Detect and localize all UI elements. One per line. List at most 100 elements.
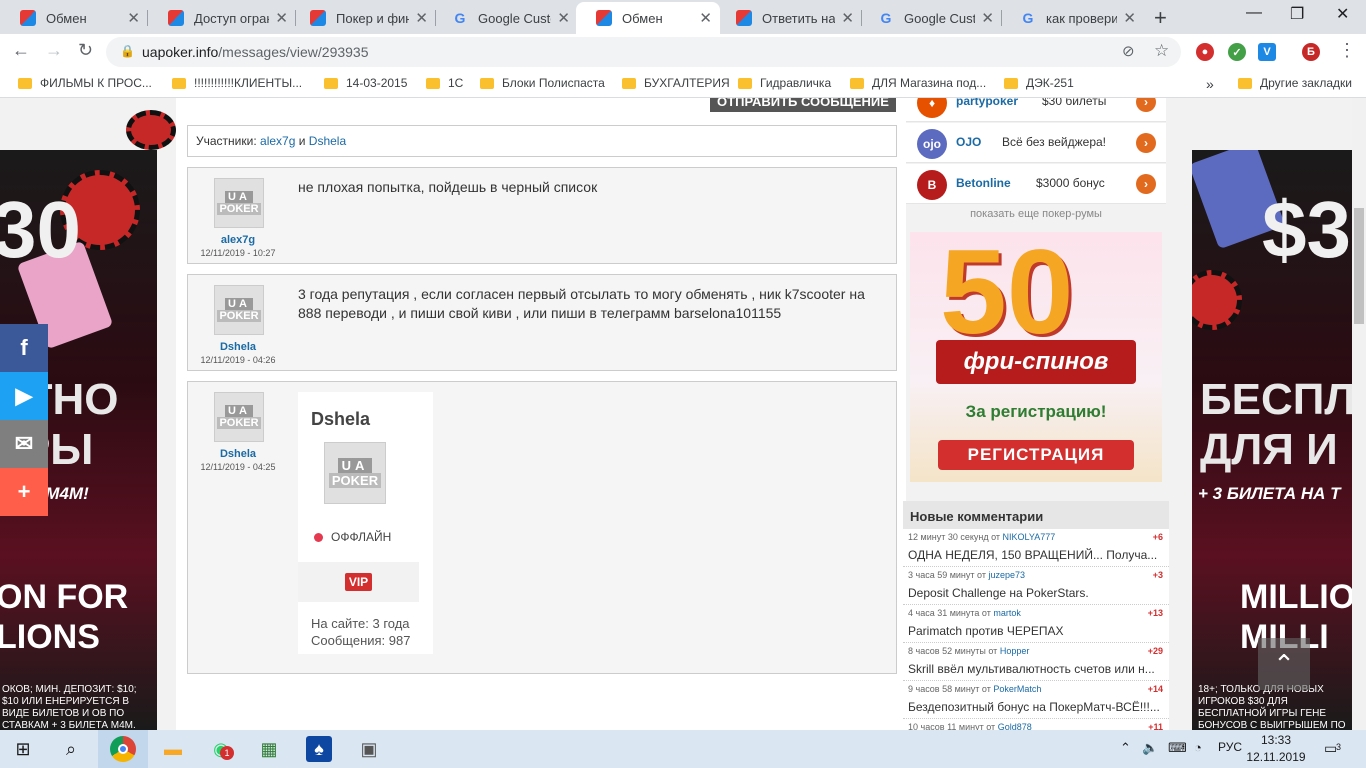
- bookmark-folder[interactable]: ДЭК-251: [1004, 76, 1074, 90]
- back-arrow-icon[interactable]: ←: [12, 40, 30, 61]
- star-icon[interactable]: ☆: [1154, 41, 1169, 61]
- extension-icon[interactable]: ●: [1196, 43, 1214, 61]
- clock[interactable]: 13:33 12.11.2019: [1246, 732, 1306, 766]
- keyboard-icon[interactable]: ⌨: [1168, 740, 1187, 756]
- poker-room-row[interactable]: ♦ partypoker $30 билеты ›: [906, 98, 1166, 122]
- bookmark-folder[interactable]: ФИЛЬМЫ К ПРОС...: [18, 76, 152, 90]
- tab[interactable]: G как проверит ✕: [1000, 2, 1144, 34]
- close-tab-icon[interactable]: ✕: [557, 9, 570, 27]
- comment-item[interactable]: 4 часа 31 минута от martok +13 Parimatch…: [903, 605, 1169, 643]
- bookmark-folder[interactable]: Гидравличка: [738, 76, 831, 90]
- profile-avatar[interactable]: UA POKER: [324, 442, 386, 504]
- user-avatar[interactable]: UA POKER: [214, 178, 264, 228]
- new-tab-button[interactable]: +: [1154, 5, 1167, 31]
- address-bar[interactable]: 🔒 uapoker.info/messages/view/293935 ⊘ ☆: [106, 37, 1181, 67]
- tab[interactable]: Покер и фина ✕: [290, 2, 436, 34]
- reload-icon[interactable]: ↻: [78, 40, 93, 61]
- bookmark-folder[interactable]: 14-03-2015: [324, 76, 407, 90]
- comment-item[interactable]: 9 часов 58 минут от PokerMatch +14 Безде…: [903, 681, 1169, 719]
- profile-name[interactable]: Dshela: [311, 409, 370, 430]
- windows-start-icon[interactable]: ⊞: [10, 736, 36, 762]
- pokerstars-app-icon[interactable]: ♠: [306, 736, 332, 762]
- comment-author[interactable]: Gold878: [998, 722, 1032, 730]
- scroll-to-top-button[interactable]: ⌃: [1258, 638, 1310, 690]
- close-tab-icon[interactable]: ✕: [127, 9, 140, 27]
- close-tab-icon[interactable]: ✕: [275, 9, 288, 27]
- room-name[interactable]: Betonline: [956, 176, 1011, 190]
- file-explorer-icon[interactable]: ▬: [160, 736, 186, 762]
- v-extension-icon[interactable]: V: [1258, 43, 1276, 61]
- chrome-icon[interactable]: [110, 736, 136, 762]
- bookmark-folder[interactable]: !!!!!!!!!!!!КЛИЕНТЫ...: [172, 76, 302, 90]
- comment-author[interactable]: NIKOLYA777: [1003, 532, 1056, 542]
- network-icon[interactable]: ◔: [1194, 740, 1202, 755]
- profile-avatar[interactable]: Б: [1302, 43, 1320, 61]
- close-tab-icon[interactable]: ✕: [981, 9, 994, 27]
- mail-share-button[interactable]: ✉: [0, 420, 48, 468]
- close-tab-icon[interactable]: ✕: [1123, 9, 1136, 27]
- comment-title[interactable]: ОДНА НЕДЕЛЯ, 150 ВРАЩЕНИЙ... Получа...: [908, 548, 1163, 562]
- participant-link[interactable]: Dshela: [309, 134, 346, 148]
- bookmark-folder[interactable]: БУХГАЛТЕРИЯ: [622, 76, 730, 90]
- close-tab-icon[interactable]: ✕: [841, 9, 854, 27]
- comment-title[interactable]: Parimatch против ЧЕРЕПАХ: [908, 624, 1163, 638]
- tab[interactable]: Ответить на к ✕: [716, 2, 862, 34]
- comment-author[interactable]: Hopper: [1000, 646, 1030, 656]
- comment-title[interactable]: Бездепозитный бонус на ПокерМатч-ВСЁ!!!.…: [908, 700, 1163, 714]
- message-author[interactable]: alex7g: [188, 234, 288, 246]
- language-indicator[interactable]: РУС: [1218, 740, 1242, 754]
- comment-author[interactable]: martok: [993, 608, 1021, 618]
- show-more-rooms-link[interactable]: показать еще покер-румы: [906, 208, 1166, 220]
- comment-title[interactable]: Skrill ввёл мультивалютность счетов или …: [908, 662, 1163, 676]
- monitor-app-icon[interactable]: ▣: [356, 736, 382, 762]
- show-hidden-icons[interactable]: ⌃: [1120, 740, 1131, 756]
- close-tab-icon[interactable]: ✕: [699, 9, 712, 27]
- comment-author[interactable]: juzepe73: [988, 570, 1025, 580]
- room-name[interactable]: partypoker: [956, 98, 1018, 108]
- restore-icon[interactable]: ❐: [1290, 4, 1304, 24]
- page-scrollbar[interactable]: [1352, 98, 1366, 730]
- shield-extension-icon[interactable]: ✓: [1228, 43, 1246, 61]
- comment-author[interactable]: PokerMatch: [993, 684, 1041, 694]
- spreadsheet-app-icon[interactable]: ▦: [256, 736, 282, 762]
- bookmark-folder[interactable]: 1С: [426, 76, 463, 90]
- comment-item[interactable]: 3 часа 59 минут от juzepe73 +3 Deposit C…: [903, 567, 1169, 605]
- chevron-right-icon[interactable]: ›: [1136, 98, 1156, 112]
- room-name[interactable]: OJO: [956, 135, 981, 149]
- blocked-content-icon[interactable]: ⊘: [1122, 42, 1135, 60]
- message-author[interactable]: Dshela: [188, 448, 288, 460]
- participant-link[interactable]: alex7g: [260, 134, 295, 148]
- tab-active[interactable]: Обмен ✕: [576, 2, 720, 34]
- minimize-icon[interactable]: —: [1246, 4, 1262, 22]
- search-icon[interactable]: ⌕: [58, 736, 84, 762]
- scrollbar-thumb[interactable]: [1354, 208, 1364, 324]
- comment-item[interactable]: 12 минут 30 секунд от NIKOLYA777 +6 ОДНА…: [903, 529, 1169, 567]
- more-bookmarks-button[interactable]: »: [1206, 76, 1214, 92]
- comment-item[interactable]: 10 часов 11 минут от Gold878 +11: [903, 719, 1169, 730]
- comment-title[interactable]: Deposit Challenge на PokerStars.: [908, 586, 1163, 600]
- chevron-right-icon[interactable]: ›: [1136, 133, 1156, 153]
- poker-room-row[interactable]: ojo OJO Всё без вейджера! ›: [906, 123, 1166, 163]
- menu-kebab-icon[interactable]: ⋮: [1338, 40, 1356, 61]
- twitter-share-button[interactable]: ▶: [0, 372, 48, 420]
- close-tab-icon[interactable]: ✕: [415, 9, 428, 27]
- comment-item[interactable]: 8 часов 52 минуты от Hopper +29 Skrill в…: [903, 643, 1169, 681]
- poker-room-row[interactable]: B Betonline $3000 бонус ›: [906, 164, 1166, 204]
- bookmark-folder[interactable]: Блоки Полиспаста: [480, 76, 605, 90]
- facebook-share-button[interactable]: f: [0, 324, 48, 372]
- bookmark-folder[interactable]: ДЛЯ Магазина под...: [850, 76, 986, 90]
- chevron-right-icon[interactable]: ›: [1136, 174, 1156, 194]
- tab[interactable]: Обмен ✕: [0, 2, 148, 34]
- tab[interactable]: G Google Custon ✕: [432, 2, 578, 34]
- send-message-button[interactable]: ОТПРАВИТЬ СООБЩЕНИЕ: [710, 98, 896, 112]
- message-author[interactable]: Dshela: [188, 341, 288, 353]
- user-avatar[interactable]: UA POKER: [214, 285, 264, 335]
- tab[interactable]: Доступ ограни ✕: [148, 2, 296, 34]
- promo-banner[interactable]: 50 фри-спинов За регистрацию! РЕГИСТРАЦИ…: [910, 232, 1162, 482]
- user-avatar[interactable]: UA POKER: [214, 392, 264, 442]
- tab[interactable]: G Google Custon ✕: [858, 2, 1002, 34]
- other-bookmarks[interactable]: Другие закладки: [1238, 76, 1352, 90]
- forward-arrow-icon[interactable]: →: [45, 40, 63, 61]
- speaker-icon[interactable]: 🔈: [1142, 740, 1158, 756]
- close-window-icon[interactable]: ✕: [1336, 4, 1349, 24]
